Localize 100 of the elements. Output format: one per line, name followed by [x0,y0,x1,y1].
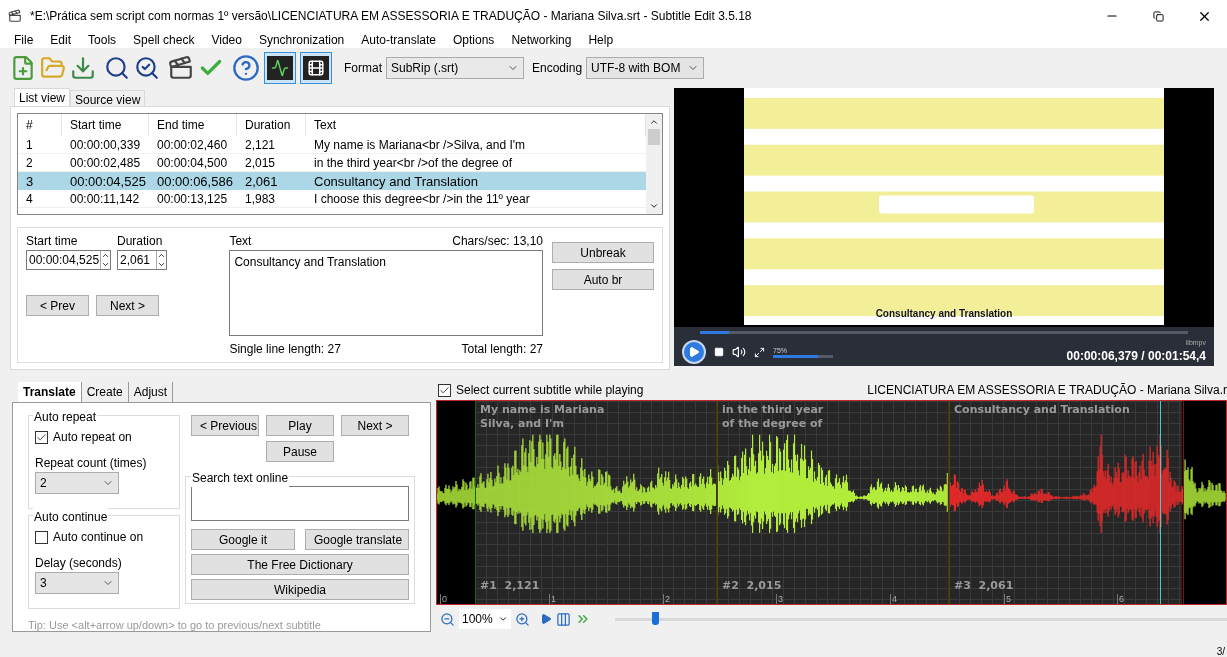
checkbox-label[interactable]: Auto repeat on [53,428,132,446]
new-file-icon[interactable] [10,55,36,81]
download-icon[interactable] [70,55,96,81]
search-icon[interactable] [104,55,130,81]
column-header[interactable]: End time [149,114,237,136]
dropdown-label: Repeat count (times) [35,455,148,472]
waveform-segment[interactable] [716,434,948,534]
time-tick: 0 [440,594,447,604]
next-button[interactable]: Next > [341,415,409,436]
table-cell-text: 00:00:06,586 [156,173,234,191]
google-translate-button[interactable]: Google translate [305,529,409,550]
zoom-dropdown[interactable]: 100% [459,609,511,629]
checkbox-label[interactable]: Auto continue on [53,528,144,546]
chevron-down-icon [498,614,508,624]
play-icon[interactable] [540,613,552,625]
position-slider[interactable] [615,612,1227,626]
stop-icon[interactable] [714,347,724,357]
play-button[interactable]: Play [266,415,334,436]
search-button[interactable]: Wikipedia [191,579,409,600]
spin-up-icon[interactable] [157,251,166,260]
scrollbar[interactable] [646,114,662,214]
film-icon [307,59,325,77]
pause-button[interactable]: Pause [266,441,334,462]
fullscreen-icon[interactable] [754,346,765,358]
time-tick: 4 [890,594,897,604]
column-header[interactable]: Start time [62,114,149,136]
position-thumb[interactable] [651,612,659,625]
table-row[interactable]: 3 00:00:04,525 00:00:06,586 2,061 Consultancy and Translation [18,172,646,190]
checkbox[interactable] [35,430,48,444]
menu-item[interactable]: Help [588,31,614,49]
restore-icon [1152,10,1164,22]
menu-item[interactable]: Networking [511,31,572,49]
table-row[interactable]: 1 00:00:00,339 00:00:02,460 2,121 My name is Mariana<br />Silva, and I'm [18,136,646,154]
tab[interactable]: Source view [70,90,146,106]
next-button[interactable]: Next > [96,295,159,316]
clapperboard-icon[interactable] [168,55,194,81]
spin-up-icon[interactable] [101,251,110,260]
menu-item[interactable]: Tools [88,31,117,49]
progress-track[interactable] [700,331,1188,334]
table-row[interactable]: 4 00:00:11,142 00:00:13,125 1,983 I choose this degree<br />in the 11º year [18,190,646,208]
columns-icon[interactable] [556,611,571,627]
waveform-title: LICENCIATURA EM ASSESSORIA E TRADUÇÃO - Mariana Silva.r [867,382,1227,399]
scroll-thumb[interactable] [648,129,660,145]
segment-label: #3 2,061 [954,577,1014,594]
scroll-down-icon[interactable] [649,201,659,211]
table-cell-text: 00:00:13,125 [156,191,229,208]
waveform-gap [437,476,475,510]
table-cell-text: 4 [25,191,34,208]
format-dropdown[interactable]: SubRip (.srt) [386,57,524,79]
table-cell-text: 1 [25,137,34,154]
tab[interactable]: Translate [18,382,82,402]
checkbox[interactable] [438,383,451,397]
zoom-in-icon[interactable] [515,611,530,627]
table-cell-text: 00:00:04,500 [156,155,229,172]
search-text-field[interactable] [191,486,409,521]
delay-dropdown[interactable]: 3 [35,572,119,594]
time-tick: 2 [663,594,670,604]
tab[interactable]: List view [14,88,70,106]
menu-item[interactable]: Synchronization [258,31,345,49]
waveform-toggle-button[interactable] [264,52,296,84]
column-header[interactable]: Duration [237,114,306,136]
menu-item[interactable]: Edit [50,31,72,49]
spin-down-icon[interactable] [101,260,110,269]
waveform-icon [271,59,289,77]
search-button[interactable]: The Free Dictionary [191,554,409,575]
table-cell-text: 2,061 [244,173,279,191]
dropdown-label: Delay (seconds) [35,555,123,572]
table-cell-text: 00:00:00,339 [69,137,142,154]
previous-button[interactable]: < Previous [191,415,259,436]
volume-icon[interactable] [732,345,746,359]
table-cell-text: 2,015 [244,155,277,172]
checkbox-label[interactable]: Select current subtitle while playing [456,381,644,399]
text-area[interactable]: Consultancy and Translation [229,250,543,336]
unbreak-button[interactable]: Unbreak [552,242,654,263]
google-it-button[interactable]: Google it [191,529,295,550]
scroll-up-icon[interactable] [649,117,659,127]
menu-item[interactable]: Options [453,31,495,49]
menu-item[interactable]: Video [211,31,242,49]
help-icon[interactable] [232,54,260,82]
play-button[interactable] [682,340,706,364]
column-header[interactable]: # [18,114,62,136]
duration-field[interactable]: 2,061 [117,250,167,270]
menu-item[interactable]: File [14,31,34,49]
time-tick: 1 [549,594,556,604]
menu-item[interactable]: Spell check [133,31,195,49]
volume-track[interactable] [773,354,833,358]
total-length: Total length: 27 [461,341,543,358]
checkbox[interactable] [35,530,48,544]
waveform-segment[interactable] [474,434,717,534]
auto-br-button[interactable]: Auto br [552,269,654,290]
table-cell-text: 2,121 [244,137,277,154]
spin-down-icon[interactable] [157,260,166,269]
video-toggle-button[interactable] [300,52,332,84]
menu-item[interactable]: Auto-translate [361,31,436,49]
start-time-field[interactable]: 00:00:04,525 [26,250,111,270]
encoding-dropdown[interactable]: UTF-8 with BOM [586,57,705,79]
prev-button[interactable]: < Prev [26,295,89,316]
repeat-count-dropdown[interactable]: 2 [35,472,119,494]
search-replace-icon[interactable] [134,55,160,81]
zoom-out-icon[interactable] [440,611,455,627]
